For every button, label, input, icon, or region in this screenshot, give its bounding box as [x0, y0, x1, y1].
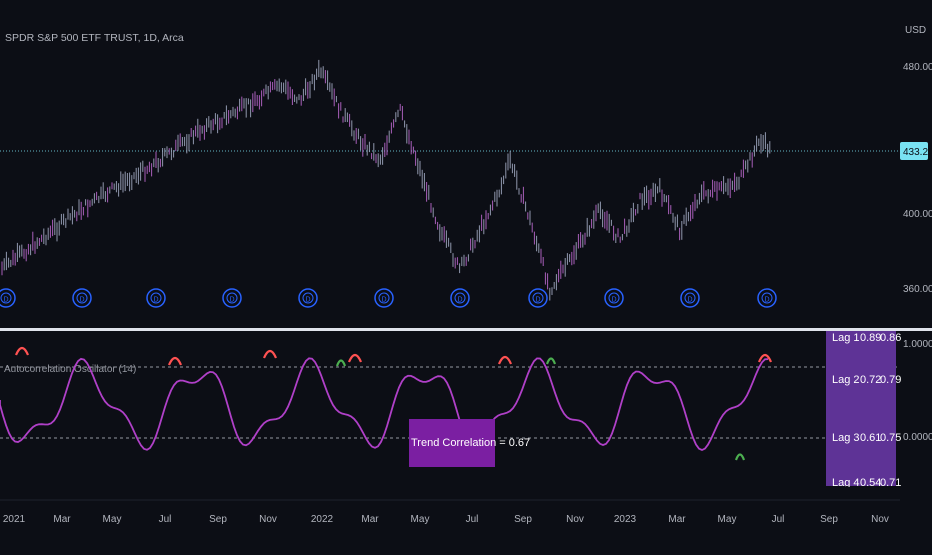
svg-text:D: D: [457, 297, 462, 304]
lag-row: Lag 1 0.89 0.86: [832, 332, 901, 344]
time-axis-label: May: [103, 514, 122, 525]
lag-row-value-b: 0.75: [880, 432, 901, 444]
time-axis-label: Nov: [566, 514, 584, 525]
svg-text:D: D: [611, 297, 616, 304]
svg-text:D: D: [381, 297, 386, 304]
lag-row: Lag 3 0.61 0.75: [832, 432, 901, 444]
lag-row-label: Lag 2: [832, 374, 860, 386]
lag-row-value-b: 0.79: [880, 374, 901, 386]
current-price-tag-label: 433.21: [903, 147, 932, 158]
time-axis-label: Mar: [361, 514, 379, 525]
svg-text:D: D: [764, 297, 769, 304]
lag-row-value-a: 0.72: [860, 374, 881, 386]
svg-text:D: D: [153, 297, 158, 304]
chart-window: SPDR S&P 500 ETF TRUST, 1D, Arca USD 480…: [0, 0, 932, 550]
time-axis-label: 2023: [614, 514, 637, 525]
lag-row-value-b: 0.86: [880, 332, 901, 344]
time-axis-label: Jul: [466, 514, 479, 525]
symbol-title: SPDR S&P 500 ETF TRUST, 1D, Arca: [5, 32, 184, 44]
lag-row-value-a: 0.61: [860, 432, 881, 444]
time-axis-label: May: [411, 514, 430, 525]
trend-correlation-label: Trend Correlation = 0.67: [411, 437, 530, 449]
lag-row: Lag 2 0.72 0.79: [832, 374, 901, 386]
price-axis-tick: 400.00: [903, 209, 932, 220]
time-axis-label: Mar: [668, 514, 686, 525]
indicator-title[interactable]: Autocorrelation Oscillator (14): [4, 364, 136, 375]
time-axis-label: Jul: [772, 514, 785, 525]
time-axis-label: 2021: [3, 514, 26, 525]
pane-separator[interactable]: [0, 328, 932, 331]
currency-label: USD: [905, 25, 926, 36]
time-axis-label: Nov: [871, 514, 889, 525]
indicator-axis-tick: 0.0000: [903, 432, 932, 443]
svg-text:D: D: [535, 297, 540, 304]
time-axis-label: Mar: [53, 514, 71, 525]
lag-table: [826, 331, 896, 486]
lag-row-label: Lag 1: [832, 332, 860, 344]
svg-text:D: D: [305, 297, 310, 304]
svg-text:D: D: [79, 297, 84, 304]
time-axis-label: Nov: [259, 514, 277, 525]
time-axis-label: Sep: [820, 514, 838, 525]
indicator-axis-tick: 1.0000: [903, 339, 932, 350]
main-pane[interactable]: [0, 0, 900, 330]
price-axis-tick: 480.00: [903, 62, 932, 73]
lag-row-label: Lag 3: [832, 432, 860, 444]
time-axis-label: Jul: [159, 514, 172, 525]
svg-text:D: D: [3, 297, 8, 304]
svg-text:D: D: [687, 297, 692, 304]
price-scale[interactable]: [900, 0, 932, 550]
time-axis-label: May: [718, 514, 737, 525]
chart-canvas[interactable]: SPDR S&P 500 ETF TRUST, 1D, Arca USD 480…: [0, 0, 932, 550]
lag-row-value-a: 0.89: [860, 332, 881, 344]
time-axis-label: Sep: [209, 514, 227, 525]
time-axis-label: Sep: [514, 514, 532, 525]
time-axis-label: 2022: [311, 514, 334, 525]
svg-text:D: D: [229, 297, 234, 304]
price-axis-tick: 360.00: [903, 284, 932, 295]
